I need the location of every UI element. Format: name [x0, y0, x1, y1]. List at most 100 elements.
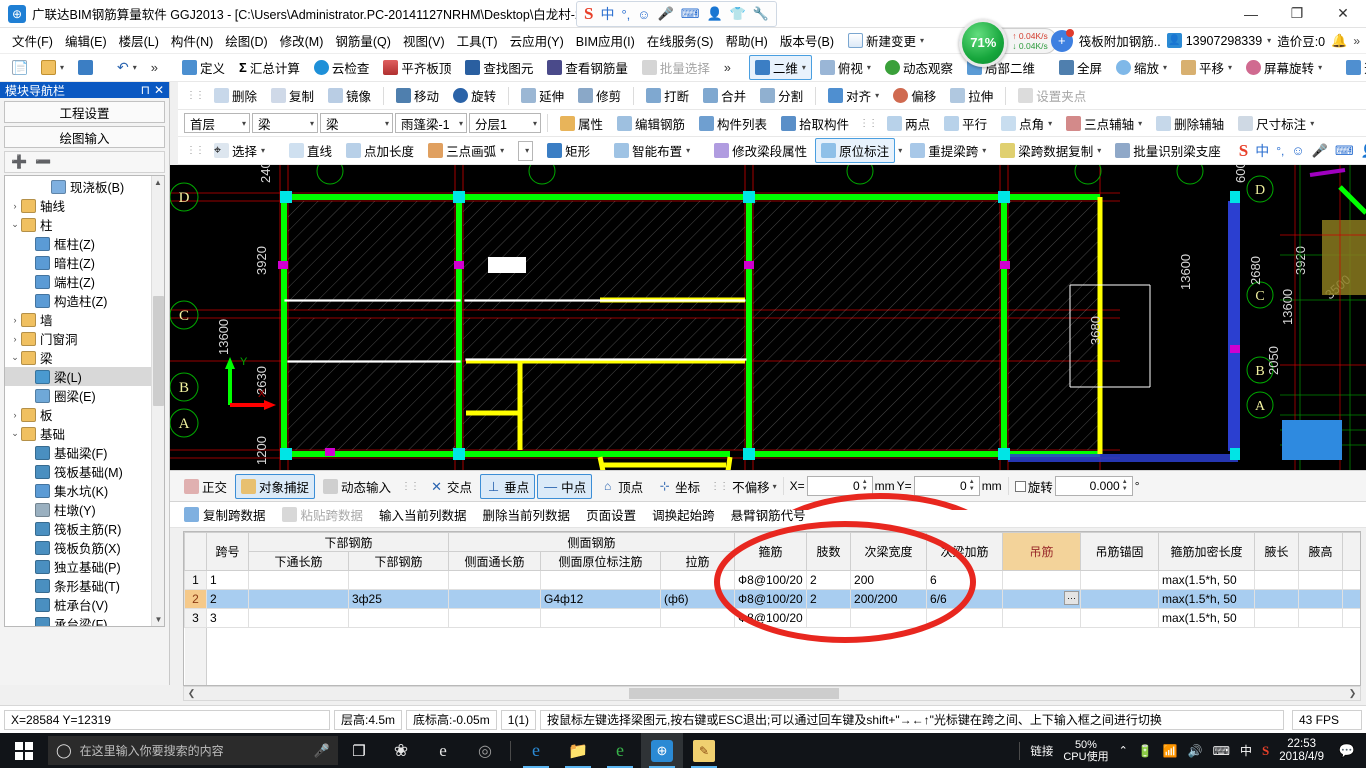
- col-lower-rebar[interactable]: 下部钢筋: [347, 551, 450, 571]
- col-stirrup[interactable]: 箍筋: [734, 532, 808, 571]
- ime-toolbar[interactable]: S 中 °, ☺ 🎤 ⌨ 👤 👕 🔧: [576, 1, 778, 27]
- three-point-axis-button[interactable]: 三点辅轴 ▾: [1060, 111, 1148, 136]
- tree-item-20[interactable]: 独立基础(P): [5, 557, 164, 576]
- network-monitor[interactable]: 71% ↑ 0.04K/s ↓ 0.04K/s +: [959, 18, 1074, 67]
- mirror-button[interactable]: 镜像: [322, 83, 377, 108]
- parallel-button[interactable]: 平行: [938, 111, 993, 136]
- volume-icon[interactable]: 🔊: [1188, 744, 1203, 758]
- tree-item-14[interactable]: 基础梁(F): [5, 443, 164, 462]
- task-view-icon[interactable]: ❐: [338, 733, 380, 768]
- menu-file[interactable]: 文件(F): [6, 28, 59, 53]
- drawing-input-button[interactable]: 绘图输入: [4, 126, 165, 148]
- copy-span-data-button[interactable]: 梁跨数据复制 ▾: [994, 138, 1107, 163]
- col-haunch-rebar[interactable]: 加腋钢筋: [1342, 532, 1360, 571]
- tree-item-15[interactable]: 筏板基础(M): [5, 462, 164, 481]
- sogou-icon[interactable]: ❀: [380, 733, 422, 768]
- summary-calc-button[interactable]: Σ 汇总计算: [233, 55, 306, 80]
- edge-legacy-icon[interactable]: e: [422, 733, 464, 768]
- cell-legs[interactable]: [806, 608, 852, 628]
- mic-icon[interactable]: 🎤: [1312, 143, 1328, 159]
- cell-hanger-anchor[interactable]: [1080, 608, 1160, 628]
- rotate-spinner[interactable]: ▲ ▼: [1120, 479, 1130, 493]
- ime-punct-icon[interactable]: °,: [1276, 144, 1284, 158]
- chevron-down-icon[interactable]: ▾: [866, 63, 871, 72]
- col-stirrup-dense-length[interactable]: 箍筋加密长度: [1158, 532, 1256, 571]
- row-number[interactable]: 1: [184, 570, 207, 590]
- toolbar1-overflow[interactable]: »: [718, 58, 737, 78]
- chevron-right-icon[interactable]: ›: [9, 315, 21, 325]
- cell-side-through[interactable]: [448, 608, 542, 628]
- screen-rotate-button[interactable]: 屏幕旋转 ▾: [1240, 55, 1328, 80]
- keyboard-icon[interactable]: ⌨: [681, 6, 700, 22]
- col-haunch-height[interactable]: 腋高: [1298, 532, 1344, 571]
- cell-haunch-h[interactable]: [1298, 608, 1344, 628]
- tree-item-3[interactable]: 框柱(Z): [5, 234, 164, 253]
- cell-span-no[interactable]: 1: [206, 570, 249, 590]
- ortho-toggle[interactable]: 正交: [178, 474, 233, 499]
- col-secondary-beam-add-rebar[interactable]: 次梁加筋: [926, 532, 1004, 571]
- chevron-down-icon[interactable]: ▾: [132, 63, 137, 72]
- menu-online-service[interactable]: 在线服务(S): [641, 28, 720, 53]
- col-lower-through[interactable]: 下通长筋: [248, 551, 349, 571]
- menu-view[interactable]: 视图(V): [397, 28, 451, 53]
- tree-item-21[interactable]: 条形基础(T): [5, 576, 164, 595]
- cell-lower-through[interactable]: [248, 589, 349, 609]
- menu-component[interactable]: 构件(N): [165, 28, 219, 53]
- page-setup-cmd[interactable]: 页面设置: [580, 503, 642, 526]
- offset-button[interactable]: 偏移: [887, 83, 942, 108]
- rectangle-button[interactable]: 矩形: [541, 138, 596, 163]
- chevron-down-icon[interactable]: ▾: [897, 146, 902, 155]
- tree-item-6[interactable]: 构造柱(Z): [5, 291, 164, 310]
- group-side-rebar[interactable]: 侧面钢筋: [448, 532, 736, 552]
- align-slab-top-button[interactable]: 平齐板顶: [377, 55, 457, 80]
- define-button[interactable]: 定义: [176, 55, 231, 80]
- tree-item-1[interactable]: › 轴线: [5, 196, 164, 215]
- two-point-button[interactable]: 两点: [881, 111, 936, 136]
- tree-item-0[interactable]: 现浇板(B): [5, 177, 164, 196]
- cell-span-no[interactable]: 2: [206, 589, 249, 609]
- midpoint-snap-toggle[interactable]: — 中点: [537, 473, 593, 499]
- group-lower-rebar[interactable]: 下部钢筋: [247, 532, 450, 552]
- scroll-down-icon[interactable]: ▼: [152, 613, 164, 626]
- chevron-down-icon[interactable]: ▾: [919, 36, 924, 45]
- cell-haunch-h[interactable]: [1298, 589, 1344, 609]
- delete-button[interactable]: 删除: [208, 83, 263, 108]
- chevron-down-icon[interactable]: ▾: [524, 146, 529, 155]
- set-grip-button[interactable]: 设置夹点: [1012, 83, 1092, 108]
- sogou-s-icon[interactable]: S: [584, 4, 593, 24]
- tree-item-10[interactable]: 梁(L): [5, 367, 164, 386]
- expand-all-icon[interactable]: ➕: [11, 154, 27, 170]
- mic-icon[interactable]: 🎤: [314, 743, 330, 759]
- point-angle-button[interactable]: 点角 ▾: [995, 111, 1058, 136]
- col-hanger-rebar[interactable]: 吊筋: [1002, 532, 1082, 571]
- user-icon[interactable]: 👤: [707, 6, 723, 22]
- chevron-down-icon[interactable]: ▾: [458, 119, 463, 128]
- ime-lang-icon[interactable]: 中: [600, 4, 614, 24]
- cpu-gauge-badge[interactable]: 71%: [959, 18, 1008, 67]
- wrench-icon[interactable]: 🔧: [753, 6, 769, 22]
- search-input[interactable]: ◯ 在这里输入你要搜索的内容 🎤: [48, 736, 338, 765]
- chevron-down-icon[interactable]: ▾: [1309, 119, 1314, 128]
- cell-side-inplace[interactable]: [540, 608, 662, 628]
- find-element-button[interactable]: 查找图元: [459, 55, 539, 80]
- cell-lower-rebar[interactable]: 3ф25: [347, 589, 450, 609]
- paste-span-data-cmd[interactable]: 粘贴跨数据: [276, 503, 370, 526]
- cell-tie[interactable]: [660, 608, 736, 628]
- tree-item-5[interactable]: 端柱(Z): [5, 272, 164, 291]
- cell-sec-width[interactable]: [850, 608, 928, 628]
- chevron-down-icon[interactable]: ▾: [59, 63, 64, 72]
- chevron-down-icon[interactable]: ▾: [1137, 119, 1142, 128]
- cell-tie[interactable]: (ф6): [660, 589, 736, 609]
- scroll-left-icon[interactable]: ❮: [184, 688, 199, 699]
- tree-item-12[interactable]: › 板: [5, 405, 164, 424]
- dynamic-input-toggle[interactable]: 动态输入: [317, 474, 397, 499]
- top-view-button[interactable]: 俯视 ▾: [814, 55, 877, 80]
- cell-lower-rebar[interactable]: [347, 608, 450, 628]
- cell-stirrup-dense[interactable]: max(1.5*h, 50: [1158, 570, 1256, 590]
- cell-haunch-rebar[interactable]: [1342, 608, 1360, 628]
- chevron-down-icon[interactable]: ▾: [241, 119, 246, 128]
- cell-side-through[interactable]: [448, 589, 542, 609]
- row-number[interactable]: 2: [184, 589, 207, 609]
- chevron-right-icon[interactable]: ›: [9, 410, 21, 420]
- cell-stirrup-dense[interactable]: max(1.5*h, 50: [1158, 608, 1256, 628]
